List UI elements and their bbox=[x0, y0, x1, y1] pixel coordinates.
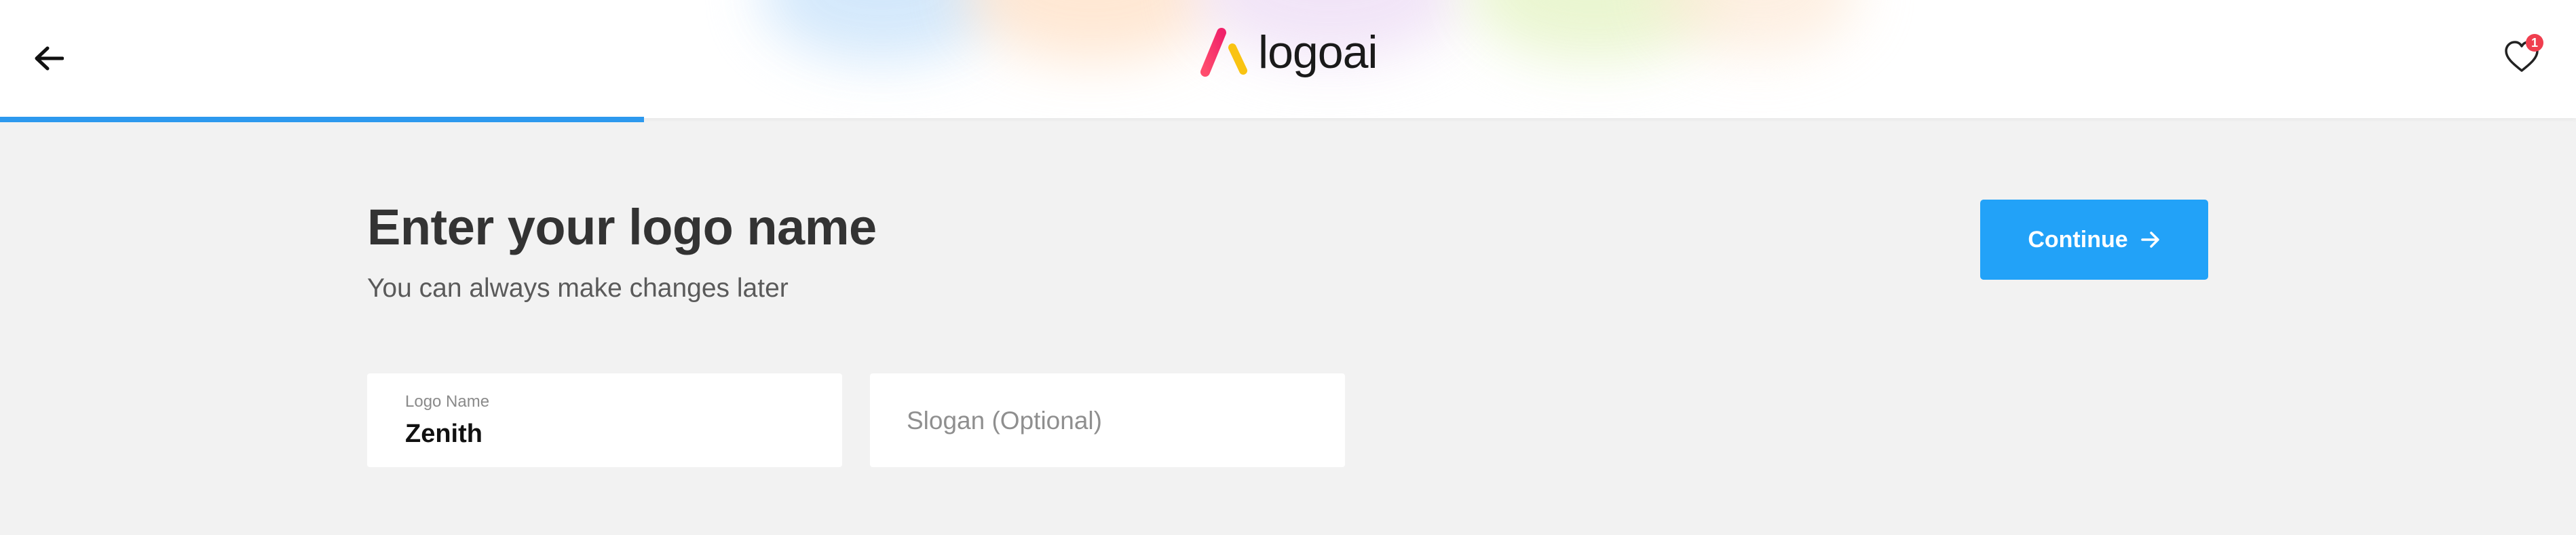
logo-name-field[interactable]: Logo Name bbox=[367, 373, 842, 467]
top-header: logoai 1 bbox=[0, 0, 2576, 118]
logoai-mark-icon bbox=[1200, 28, 1247, 77]
header-glow bbox=[964, 0, 1221, 61]
slogan-input[interactable] bbox=[907, 402, 1314, 440]
continue-button[interactable]: Continue bbox=[1980, 200, 2208, 280]
arrow-right-icon bbox=[2140, 231, 2161, 248]
brand-name: logoai bbox=[1258, 26, 1378, 78]
logo-name-input[interactable] bbox=[405, 417, 812, 451]
slogan-field[interactable] bbox=[870, 373, 1345, 467]
page-title: Enter your logo name bbox=[367, 199, 877, 255]
favorites-count-badge: 1 bbox=[2526, 34, 2543, 52]
favorites-button[interactable]: 1 bbox=[2503, 34, 2543, 77]
header-glow bbox=[760, 0, 1004, 61]
progress-bar bbox=[0, 117, 2576, 122]
logo-name-label: Logo Name bbox=[405, 392, 490, 411]
progress-bar-fill bbox=[0, 117, 644, 122]
continue-button-label: Continue bbox=[2028, 226, 2128, 253]
brand-logo[interactable]: logoai bbox=[1197, 24, 1378, 80]
arrow-left-icon bbox=[35, 46, 64, 71]
header-glow bbox=[1656, 0, 1859, 54]
page-subtitle: You can always make changes later bbox=[367, 274, 789, 303]
back-button[interactable] bbox=[31, 41, 67, 76]
